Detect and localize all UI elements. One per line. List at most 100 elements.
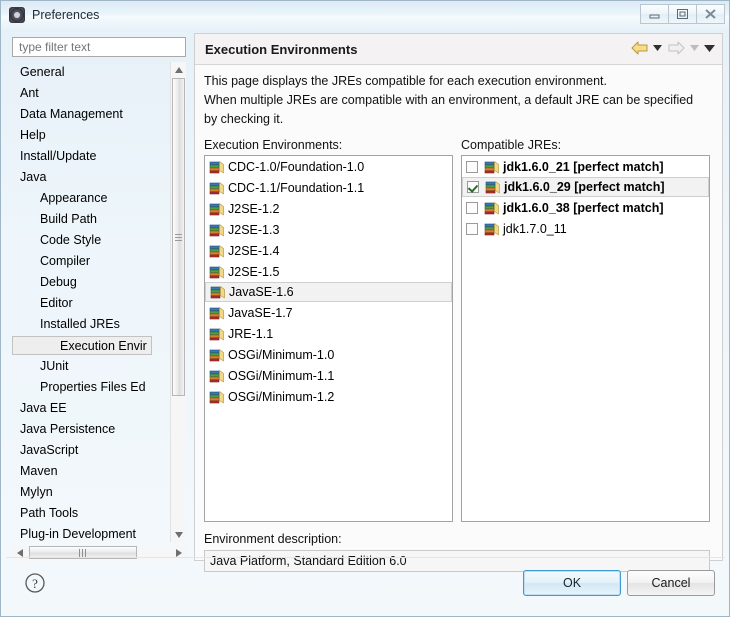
title-bar: Preferences: [1, 1, 729, 29]
list-item[interactable]: OSGi/Minimum-1.0: [205, 344, 452, 365]
help-icon[interactable]: ?: [24, 572, 46, 594]
preferences-dialog: Preferences GeneralAntData ManagementHel…: [0, 0, 730, 617]
search-input[interactable]: [17, 38, 185, 56]
sidebar-item-execution-environments[interactable]: Execution Envir: [12, 336, 152, 355]
page-header: Execution Environments: [195, 34, 722, 65]
preferences-icon: [9, 7, 25, 23]
sidebar-item-debug[interactable]: Debug: [12, 272, 171, 293]
sidebar-item-properties-files-ed[interactable]: Properties Files Ed: [12, 377, 171, 398]
tree-vertical-scrollbar[interactable]: [170, 62, 186, 542]
minimize-button[interactable]: [640, 4, 669, 24]
cancel-button[interactable]: Cancel: [627, 570, 715, 596]
scroll-grip-icon: [175, 233, 182, 241]
list-item[interactable]: J2SE-1.3: [205, 219, 452, 240]
jre-library-icon: [209, 369, 224, 382]
list-item-label: jdk1.6.0_38 [perfect match]: [503, 200, 664, 215]
window-controls: [640, 4, 725, 24]
sidebar-item-mylyn[interactable]: Mylyn: [12, 482, 171, 503]
sidebar-item-build-path[interactable]: Build Path: [12, 209, 171, 230]
jre-library-icon-wrapper: [484, 160, 503, 174]
execution-environments-list[interactable]: CDC-1.0/Foundation-1.0 CDC-1.1/Foundation…: [204, 155, 453, 522]
jre-library-icon: [484, 201, 499, 214]
list-item[interactable]: J2SE-1.2: [205, 198, 452, 219]
sidebar-item-compiler[interactable]: Compiler: [12, 251, 171, 272]
sidebar-item-java-persistence[interactable]: Java Persistence: [12, 419, 171, 440]
preference-page: Execution Environments This page display…: [194, 33, 723, 572]
list-item[interactable]: jdk1.6.0_29 [perfect match]: [462, 177, 709, 197]
list-item[interactable]: OSGi/Minimum-1.2: [205, 386, 452, 407]
forward-arrow-icon: [666, 39, 686, 57]
filter-text-box[interactable]: [12, 37, 186, 57]
jre-default-checkbox[interactable]: [466, 160, 478, 173]
jre-library-icon: [209, 306, 224, 319]
list-item[interactable]: jdk1.6.0_21 [perfect match]: [462, 156, 709, 177]
sidebar-item-maven[interactable]: Maven: [12, 461, 171, 482]
navigation-buttons: [629, 39, 716, 57]
list-item[interactable]: jdk1.6.0_38 [perfect match]: [462, 197, 709, 218]
tree-scroll-thumb[interactable]: [172, 78, 185, 396]
sidebar-item-install-update[interactable]: Install/Update: [12, 146, 171, 167]
list-item[interactable]: J2SE-1.4: [205, 240, 452, 261]
scroll-down-arrow-icon[interactable]: [171, 527, 186, 542]
list-item-label: CDC-1.0/Foundation-1.0: [228, 159, 365, 174]
compatible-jres-list[interactable]: jdk1.6.0_21 [perfect match] jdk1.6.0_29 […: [461, 155, 710, 522]
sidebar-item-data-management[interactable]: Data Management: [12, 104, 171, 125]
jre-library-icon: [209, 160, 224, 173]
sidebar-item-java[interactable]: Java: [12, 167, 171, 188]
list-item[interactable]: JavaSE-1.6: [205, 282, 452, 302]
scroll-up-arrow-icon[interactable]: [171, 62, 186, 77]
jre-default-checkbox[interactable]: [467, 181, 479, 193]
jre-library-icon: [209, 327, 224, 340]
ok-button[interactable]: OK: [523, 570, 621, 596]
sidebar-item-plug-in-development[interactable]: Plug-in Development: [12, 524, 171, 542]
sidebar-item-appearance[interactable]: Appearance: [12, 188, 171, 209]
sidebar-item-path-tools[interactable]: Path Tools: [12, 503, 171, 524]
back-arrow-icon[interactable]: [629, 39, 649, 57]
list-item-label: J2SE-1.2: [228, 201, 280, 216]
menu-dropdown-icon[interactable]: [703, 39, 716, 57]
list-item[interactable]: OSGi/Minimum-1.1: [205, 365, 452, 386]
list-item-label: JavaSE-1.7: [228, 305, 293, 320]
scroll-grip-icon: [79, 548, 87, 557]
list-item[interactable]: JavaSE-1.7: [205, 302, 452, 323]
environment-description-label: Environment description:: [204, 532, 342, 546]
dialog-body: GeneralAntData ManagementHelpInstall/Upd…: [6, 31, 725, 572]
jre-library-icon: [209, 265, 224, 278]
jre-library-icon: [209, 181, 224, 194]
list-item[interactable]: CDC-1.1/Foundation-1.1: [205, 177, 452, 198]
forward-dropdown-icon: [688, 39, 701, 57]
sidebar-item-installed-jres[interactable]: Installed JREs: [12, 314, 171, 335]
jre-library-icon: [484, 160, 499, 173]
list-item-label: jdk1.7.0_11: [503, 221, 567, 236]
jre-library-icon: [485, 181, 500, 194]
list-item[interactable]: JRE-1.1: [205, 323, 452, 344]
jre-library-icon: [209, 348, 224, 361]
dialog-button-bar: ? OK Cancel: [6, 557, 725, 613]
list-item-label: J2SE-1.5: [228, 264, 280, 279]
sidebar-item-ant[interactable]: Ant: [12, 83, 171, 104]
sidebar-item-general[interactable]: General: [12, 62, 171, 83]
sidebar-item-javascript[interactable]: JavaScript: [12, 440, 171, 461]
tree-viewport: General Ant Data Management Help Install/Upd…: [12, 62, 171, 542]
jre-library-icon-wrapper: [485, 180, 504, 194]
sidebar-item-java-ee[interactable]: Java EE: [12, 398, 171, 419]
sidebar-item-code-style[interactable]: Code Style: [12, 230, 171, 251]
jre-default-checkbox[interactable]: [466, 201, 478, 214]
jre-default-checkbox[interactable]: [466, 222, 478, 235]
list-item[interactable]: jdk1.7.0_11: [462, 218, 709, 239]
page-title: Execution Environments: [205, 41, 358, 57]
sidebar-item-editor[interactable]: Editor: [12, 293, 171, 314]
preferences-tree[interactable]: General Ant Data Management Help Install/Upd…: [12, 62, 186, 561]
jre-library-icon: [210, 286, 225, 299]
sidebar-item-help[interactable]: Help: [12, 125, 171, 146]
jre-library-icon: [484, 222, 499, 235]
close-button[interactable]: [696, 4, 725, 24]
back-dropdown-icon[interactable]: [651, 39, 664, 57]
list-item-label: jdk1.6.0_29 [perfect match]: [504, 180, 665, 194]
maximize-button[interactable]: [668, 4, 697, 24]
list-item[interactable]: CDC-1.0/Foundation-1.0: [205, 156, 452, 177]
jre-library-icon: [209, 202, 224, 215]
sidebar-item-junit[interactable]: JUnit: [12, 356, 171, 377]
list-item-label: jdk1.6.0_21 [perfect match]: [503, 159, 664, 174]
list-item[interactable]: J2SE-1.5: [205, 261, 452, 282]
